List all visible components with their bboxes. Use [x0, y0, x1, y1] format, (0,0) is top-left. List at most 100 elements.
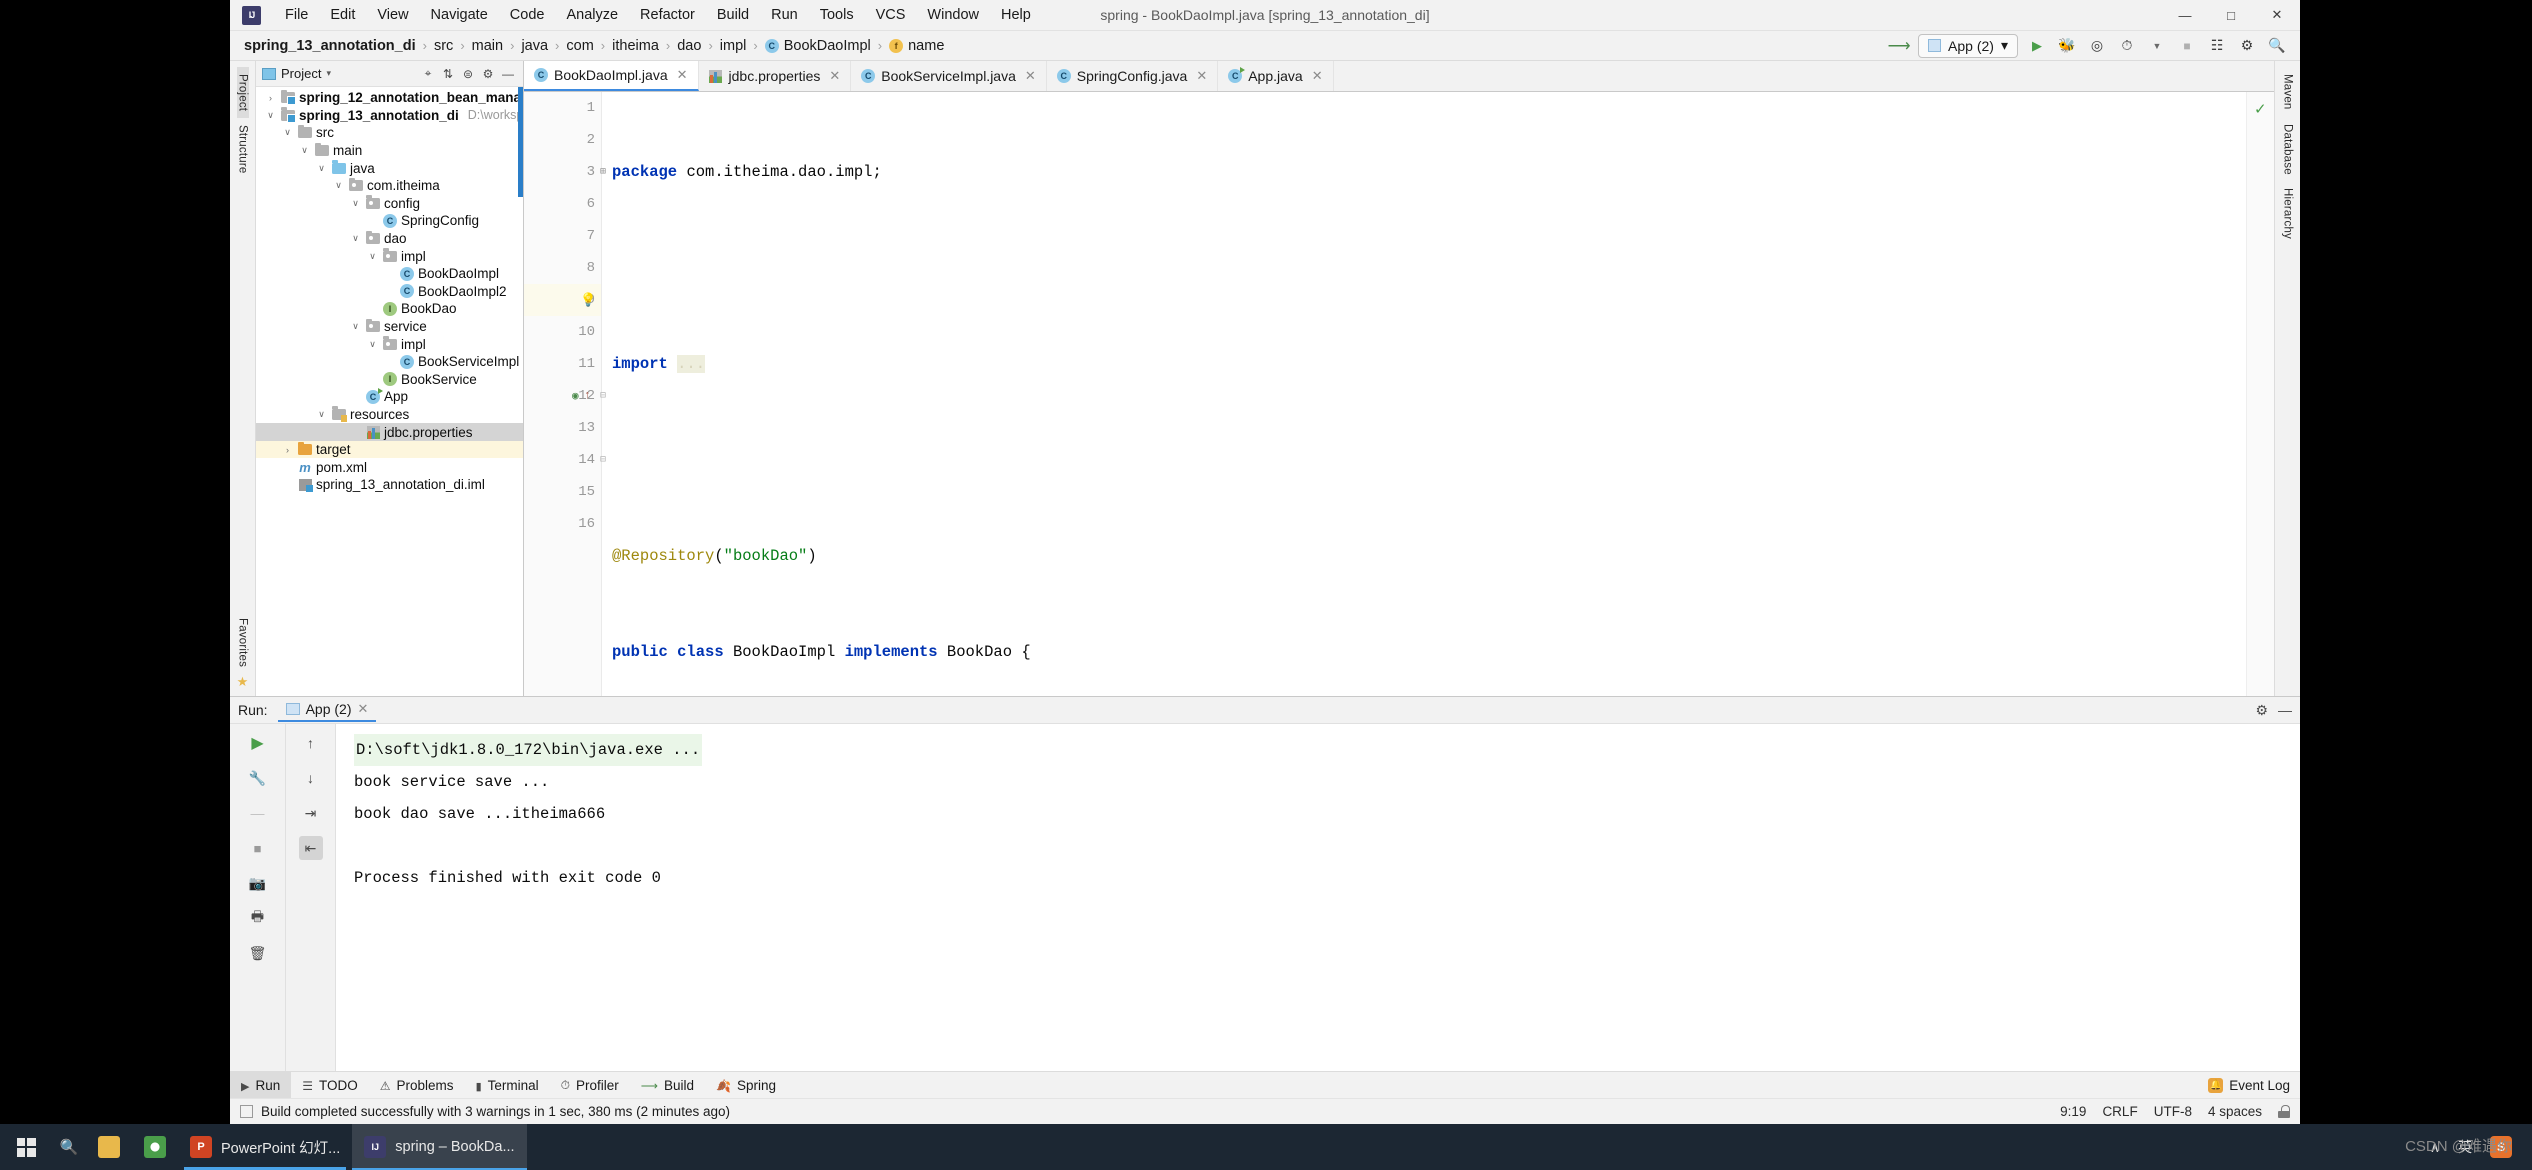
- close-icon[interactable]: ✕: [829, 68, 840, 84]
- close-icon[interactable]: ✕: [358, 701, 369, 717]
- chevron-down-icon[interactable]: ▼: [2146, 35, 2168, 57]
- breadcrumb-java[interactable]: java: [515, 37, 554, 55]
- tree-scrollbar[interactable]: [518, 87, 523, 197]
- tree-expand-arrow[interactable]: ∨: [298, 145, 311, 156]
- gutter-line-9[interactable]: 💡 9: [524, 284, 601, 316]
- override-arrow-icon[interactable]: ↑: [584, 390, 591, 402]
- editor-tab-bookdaoimpl-java[interactable]: C BookDaoImpl.java ✕: [524, 61, 699, 91]
- tree-node-impl[interactable]: ∨ impl: [256, 335, 523, 353]
- gutter-line-16[interactable]: 16: [524, 508, 601, 540]
- breadcrumb-dao[interactable]: dao: [671, 37, 707, 55]
- menu-help[interactable]: Help: [990, 4, 1042, 26]
- editor-tab-springconfig-java[interactable]: C SpringConfig.java ✕: [1046, 61, 1219, 91]
- tree-node-spring-13-annotation-di[interactable]: ∨ spring_13_annotation_di D:\workspace\spr…: [256, 107, 523, 125]
- tree-expand-arrow[interactable]: ›: [281, 445, 294, 455]
- tree-node-spring-13-annotation-di-iml[interactable]: spring_13_annotation_di.iml: [256, 476, 523, 494]
- tree-node-main[interactable]: ∨ main: [256, 142, 523, 160]
- tree-expand-arrow[interactable]: ∨: [366, 251, 379, 262]
- hide-panel-icon[interactable]: —: [2278, 702, 2292, 718]
- menu-analyze[interactable]: Analyze: [555, 4, 629, 26]
- line-separator[interactable]: CRLF: [2102, 1104, 2137, 1119]
- rail-item-structure[interactable]: Structure: [237, 118, 249, 180]
- editor-tab-app-java[interactable]: C App.java ✕: [1218, 61, 1334, 91]
- menu-build[interactable]: Build: [706, 4, 760, 26]
- tree-node-src[interactable]: ∨ src: [256, 124, 523, 142]
- debug-icon[interactable]: 🐝: [2056, 35, 2078, 57]
- menu-edit[interactable]: Edit: [319, 4, 366, 26]
- tree-node-bookdaoimpl2[interactable]: C BookDaoImpl2: [256, 283, 523, 301]
- run-tab-app[interactable]: App (2) ✕: [277, 698, 377, 722]
- run-console-output[interactable]: D:\soft\jdk1.8.0_172\bin\java.exe ... bo…: [336, 724, 2300, 1071]
- menu-vcs[interactable]: VCS: [865, 4, 917, 26]
- menu-navigate[interactable]: Navigate: [420, 4, 499, 26]
- tree-node-service[interactable]: ∨ service: [256, 318, 523, 336]
- editor-tab-jdbc-properties[interactable]: jdbc.properties ✕: [698, 61, 852, 91]
- close-button[interactable]: ✕: [2254, 0, 2300, 31]
- gutter-line-11[interactable]: 11: [524, 348, 601, 380]
- menu-window[interactable]: Window: [916, 4, 990, 26]
- tree-node-springconfig[interactable]: C SpringConfig: [256, 212, 523, 230]
- implemented-method-icon[interactable]: ◉: [572, 389, 579, 403]
- hide-panel-icon[interactable]: —: [499, 65, 517, 83]
- breadcrumb-main[interactable]: main: [466, 37, 509, 55]
- breadcrumb-bookdaoimpl[interactable]: C BookDaoImpl: [759, 37, 877, 55]
- bottom-tab-todo[interactable]: ☰ TODO: [291, 1072, 369, 1098]
- build-hammer-icon[interactable]: ⟶: [1888, 35, 1911, 57]
- close-icon[interactable]: ✕: [677, 67, 688, 83]
- tree-expand-arrow[interactable]: ∨: [349, 233, 362, 244]
- file-encoding[interactable]: UTF-8: [2154, 1104, 2192, 1119]
- locate-icon[interactable]: ⌖: [419, 65, 437, 83]
- tree-expand-arrow[interactable]: ∨: [332, 180, 345, 191]
- indent-setting[interactable]: 4 spaces: [2208, 1104, 2262, 1119]
- tree-expand-arrow[interactable]: ∨: [349, 321, 362, 332]
- tree-expand-arrow[interactable]: ∨: [264, 110, 277, 121]
- menu-file[interactable]: File: [274, 4, 319, 26]
- tree-node-target[interactable]: › target: [256, 440, 523, 459]
- gutter-line-2[interactable]: 2: [524, 124, 601, 156]
- search-icon[interactable]: 🔍: [2266, 35, 2288, 57]
- settings-wrench-icon[interactable]: 🔧: [246, 766, 270, 790]
- trash-icon[interactable]: 🗑: [246, 941, 270, 965]
- tree-node-dao[interactable]: ∨ dao: [256, 230, 523, 248]
- project-panel-title-group[interactable]: Project ▾: [262, 66, 331, 81]
- project-tree[interactable]: ›spring_12_annotation_bean_managerD:\wo∨…: [256, 87, 523, 696]
- bottom-tab-terminal[interactable]: ▮ Terminal: [465, 1072, 550, 1098]
- tree-node-impl[interactable]: ∨ impl: [256, 247, 523, 265]
- expand-all-icon[interactable]: ⇅: [439, 65, 457, 83]
- taskbar-app-intellij[interactable]: IJ spring – BookDa...: [352, 1124, 527, 1170]
- rail-item-project[interactable]: Project: [236, 67, 249, 119]
- breadcrumb-itheima[interactable]: itheima: [606, 37, 665, 55]
- close-icon[interactable]: ✕: [1196, 68, 1207, 84]
- gutter-line-7[interactable]: 7: [524, 220, 601, 252]
- caret-position[interactable]: 9:19: [2060, 1104, 2086, 1119]
- gutter-line-13[interactable]: 13: [524, 412, 601, 444]
- rail-item-hierarchy[interactable]: Hierarchy: [2282, 181, 2294, 246]
- tree-node-config[interactable]: ∨ config: [256, 195, 523, 213]
- bottom-tab-problems[interactable]: ⚠ Problems: [369, 1072, 465, 1098]
- tree-expand-arrow[interactable]: ∨: [366, 339, 379, 350]
- scroll-down-icon[interactable]: ↓: [299, 766, 323, 790]
- tree-node-app[interactable]: C App: [256, 387, 523, 406]
- gutter-line-8[interactable]: 8: [524, 252, 601, 284]
- breadcrumb-com[interactable]: com: [560, 37, 599, 55]
- camera-icon[interactable]: 📷: [246, 871, 270, 895]
- tree-node-pom-xml[interactable]: m pom.xml: [256, 458, 523, 476]
- gutter-line-12[interactable]: ◉ ↑ ⊟ 12: [524, 380, 606, 412]
- tree-expand-arrow[interactable]: ∨: [281, 127, 294, 138]
- taskbar-search-button[interactable]: 🔍: [52, 1124, 86, 1170]
- run-icon[interactable]: ▶: [2026, 35, 2048, 57]
- tree-node-java[interactable]: ∨ java: [256, 159, 523, 177]
- gear-icon[interactable]: ⚙: [2255, 702, 2268, 719]
- menu-code[interactable]: Code: [499, 4, 556, 26]
- tree-node-bookserviceimpl[interactable]: C BookServiceImpl: [256, 353, 523, 371]
- code-editor[interactable]: 1 2 ⊞ 3 6 7 8 💡 9 10 11 ◉ ↑ ⊟ 12 13 ⊟ 14 15 16 package com.…: [524, 92, 2274, 696]
- taskbar-app-powerpoint[interactable]: P PowerPoint 幻灯...: [178, 1124, 352, 1170]
- tree-node-jdbc-properties[interactable]: jdbc.properties: [256, 423, 523, 441]
- editor-tab-bookserviceimpl-java[interactable]: C BookServiceImpl.java ✕: [851, 61, 1047, 91]
- project-structure-icon[interactable]: ☷: [2206, 35, 2228, 57]
- tree-node-bookservice[interactable]: I BookService: [256, 371, 523, 389]
- tree-node-bookdaoimpl[interactable]: C BookDaoImpl: [256, 265, 523, 283]
- editor-text[interactable]: package com.itheima.dao.impl; import ...…: [602, 92, 2246, 696]
- maximize-button[interactable]: □: [2208, 0, 2254, 31]
- breadcrumb-src[interactable]: src: [428, 37, 459, 55]
